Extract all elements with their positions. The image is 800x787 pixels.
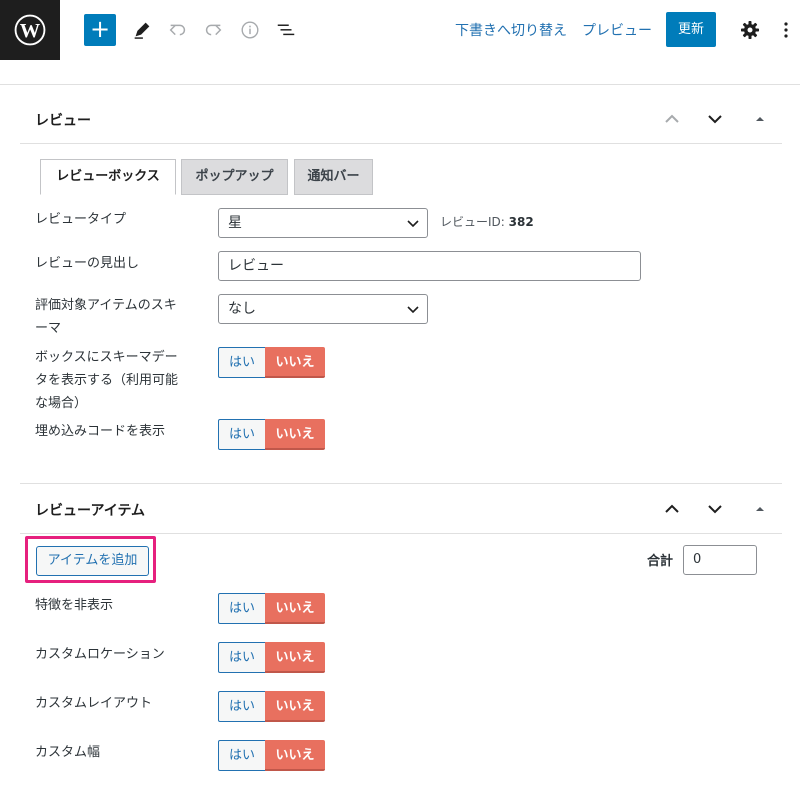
- wordpress-icon: W: [14, 14, 46, 46]
- tab-popup[interactable]: ポップアップ: [181, 159, 288, 195]
- review-panel-title: レビュー: [35, 113, 91, 129]
- hide-features-toggle: はい いいえ: [218, 593, 325, 624]
- chevron-down-icon: [407, 220, 419, 228]
- review-panel-header: レビュー: [20, 94, 782, 144]
- review-id-value: 382: [508, 215, 534, 229]
- schema-label: 評価対象アイテムのスキ ーマ: [35, 294, 195, 340]
- move-up-icon[interactable]: [660, 107, 684, 131]
- list-view-icon[interactable]: [274, 18, 298, 42]
- review-heading-input[interactable]: レビュー: [218, 251, 641, 281]
- redo-icon[interactable]: [201, 18, 225, 42]
- review-type-select[interactable]: 星: [218, 208, 428, 238]
- no-button[interactable]: いいえ: [265, 347, 325, 378]
- update-button[interactable]: 更新: [666, 12, 716, 47]
- review-id-label: レビューID:: [440, 215, 505, 229]
- review-heading-label: レビューの見出し: [35, 256, 140, 271]
- svg-text:W: W: [20, 20, 41, 42]
- yes-button[interactable]: はい: [218, 691, 266, 722]
- more-options-icon[interactable]: [778, 18, 794, 42]
- review-items-panel-title: レビューアイテム: [35, 503, 146, 519]
- custom-location-label: カスタムロケーション: [35, 647, 165, 662]
- chevron-down-icon: [407, 306, 419, 314]
- schema-value: なし: [228, 301, 256, 317]
- yes-button[interactable]: はい: [218, 347, 266, 378]
- no-button[interactable]: いいえ: [265, 740, 325, 771]
- yes-button[interactable]: はい: [218, 642, 266, 673]
- tab-review-box[interactable]: レビューボックス: [40, 159, 176, 195]
- review-items-panel-header: レビューアイテム: [20, 484, 782, 534]
- total-input[interactable]: 0: [683, 545, 757, 575]
- wordpress-logo-button[interactable]: W: [0, 0, 60, 60]
- undo-icon[interactable]: [166, 18, 190, 42]
- review-id-readout: レビューID: 382: [440, 213, 534, 230]
- total-label: 合計: [647, 554, 674, 569]
- move-down-icon[interactable]: [703, 497, 727, 521]
- move-up-icon[interactable]: [660, 497, 684, 521]
- show-embed-toggle: はい いいえ: [218, 419, 325, 450]
- no-button[interactable]: いいえ: [265, 691, 325, 722]
- review-type-value: 星: [228, 215, 242, 231]
- edit-pencil-icon[interactable]: [130, 18, 154, 42]
- yes-button[interactable]: はい: [218, 593, 266, 624]
- no-button[interactable]: いいえ: [265, 642, 325, 673]
- settings-gear-icon[interactable]: [738, 18, 762, 42]
- divider: [0, 84, 800, 85]
- collapse-toggle-icon[interactable]: [748, 497, 772, 521]
- schema-label-line: 評価対象アイテムのスキ: [35, 298, 177, 313]
- show-schema-toggle: はい いいえ: [218, 347, 325, 378]
- add-item-button[interactable]: アイテムを追加: [36, 546, 149, 576]
- info-icon[interactable]: [238, 18, 262, 42]
- custom-width-label: カスタム幅: [35, 745, 101, 760]
- no-button[interactable]: いいえ: [265, 593, 325, 624]
- show-schema-label-line: な場合）: [35, 396, 88, 411]
- collapse-toggle-icon[interactable]: [748, 107, 772, 131]
- preview-button[interactable]: プレビュー: [582, 20, 652, 40]
- tab-notification-bar[interactable]: 通知バー: [294, 159, 373, 195]
- hide-features-label: 特徴を非表示: [35, 598, 114, 613]
- custom-width-toggle: はい いいえ: [218, 740, 325, 771]
- no-button[interactable]: いいえ: [265, 419, 325, 450]
- yes-button[interactable]: はい: [218, 419, 266, 450]
- add-block-button[interactable]: +: [84, 14, 116, 46]
- add-item-highlight: アイテムを追加: [25, 536, 156, 583]
- move-down-icon[interactable]: [703, 107, 727, 131]
- switch-to-draft-button[interactable]: 下書きへ切り替え: [455, 20, 567, 40]
- yes-button[interactable]: はい: [218, 740, 266, 771]
- custom-location-toggle: はい いいえ: [218, 642, 325, 673]
- schema-select[interactable]: なし: [218, 294, 428, 324]
- editor-toolbar: W + 下書きへ切り替え プレビュー 更新: [0, 0, 800, 60]
- show-schema-label-line: ボックスにスキーマデー: [35, 350, 178, 365]
- custom-layout-toggle: はい いいえ: [218, 691, 325, 722]
- show-schema-label-line: タを表示する（利用可能: [35, 373, 179, 388]
- show-embed-label: 埋め込みコードを表示: [35, 424, 166, 439]
- review-type-label: レビュータイプ: [35, 212, 127, 227]
- show-schema-label: ボックスにスキーマデー タを表示する（利用可能 な場合）: [35, 346, 195, 415]
- schema-label-line: ーマ: [35, 321, 62, 336]
- custom-layout-label: カスタムレイアウト: [35, 696, 153, 711]
